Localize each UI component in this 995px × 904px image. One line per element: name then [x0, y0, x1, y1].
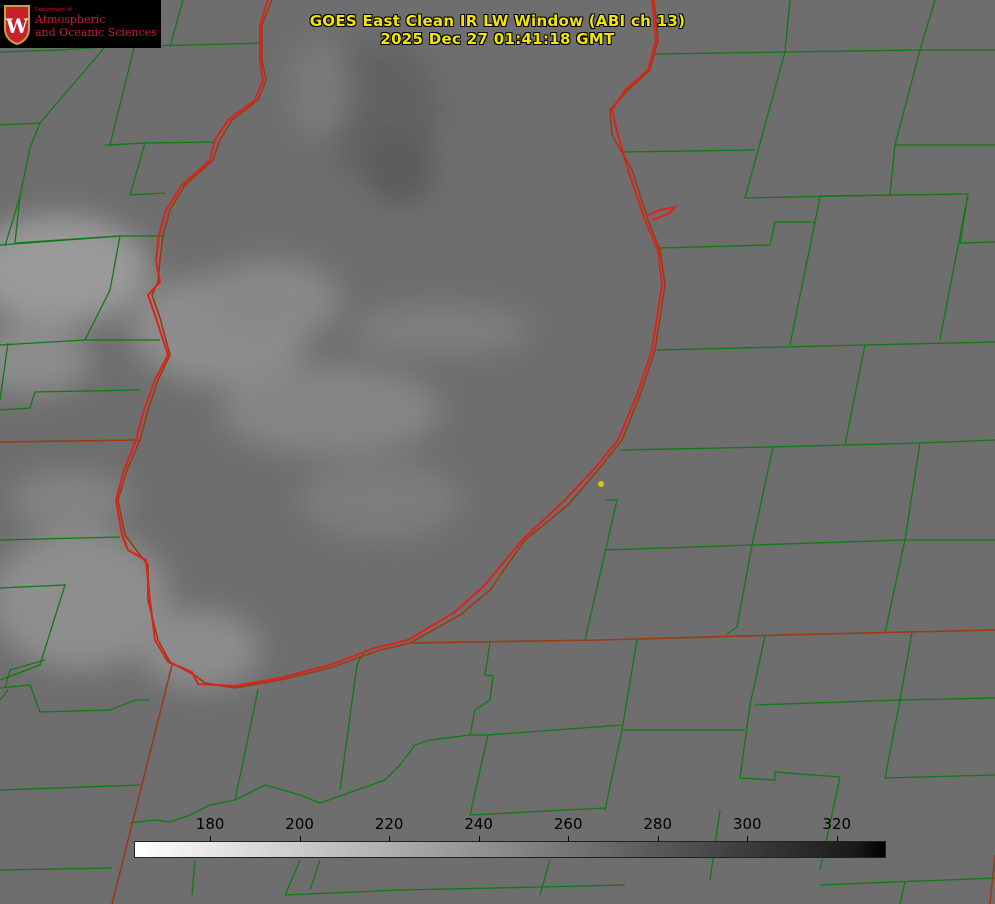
ir-imagery: [0, 0, 995, 904]
colorbar-tick-label: 300: [732, 815, 762, 833]
colorbar-tick-mark: [389, 836, 391, 842]
colorbar-tick-mark: [210, 836, 212, 842]
colorbar-tick-mark: [747, 836, 749, 842]
colorbar-tick-label: 200: [285, 815, 314, 833]
colorbar: [134, 841, 886, 858]
colorbar-tick-mark: [478, 836, 480, 842]
colorbar-tick-label: 320: [822, 815, 852, 833]
map-title: GOES East Clean IR LW Window (ABI ch 13): [309, 12, 686, 30]
colorbar-tick-mark: [568, 836, 570, 842]
colorbar-tick-mark: [836, 836, 838, 842]
colorbar-tick-label: 180: [195, 815, 225, 833]
location-marker: [598, 481, 604, 487]
colorbar-tick-label: 260: [553, 815, 583, 833]
satellite-map: W Department of Atmospheric and Oceanic …: [0, 0, 995, 904]
colorbar-tick-mark: [299, 836, 301, 842]
map-timestamp: 2025 Dec 27 01:41:18 GMT: [380, 30, 615, 48]
colorbar-tick-label: 240: [464, 815, 493, 833]
colorbar-tick-label: 280: [643, 815, 673, 833]
colorbar-tick-label: 220: [374, 815, 404, 833]
colorbar-tick-mark: [657, 836, 659, 842]
